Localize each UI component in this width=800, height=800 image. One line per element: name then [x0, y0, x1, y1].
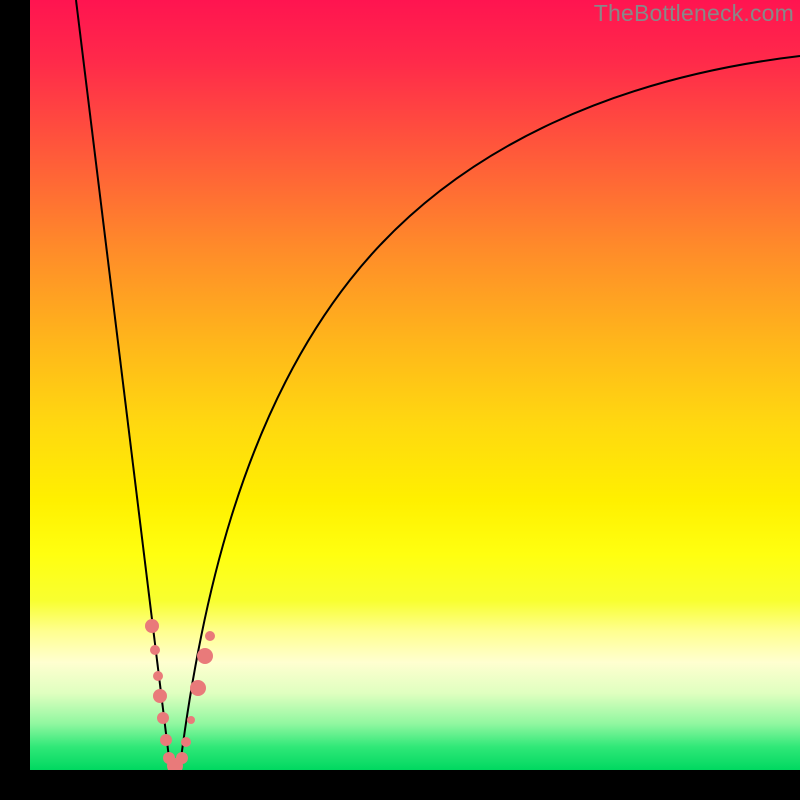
marker-dot [150, 645, 160, 655]
plot-area: TheBottleneck.com [30, 0, 800, 770]
marker-dot [176, 752, 188, 764]
marker-dot [145, 619, 159, 633]
marker-dot [160, 734, 172, 746]
marker-dot [153, 671, 163, 681]
marker-dot [181, 737, 191, 747]
marker-dot [190, 680, 206, 696]
marker-dot [205, 631, 215, 641]
marker-dot [157, 712, 169, 724]
chart-svg [30, 0, 800, 770]
curve-group [76, 0, 800, 766]
marker-dot [153, 689, 167, 703]
marker-dot [197, 648, 213, 664]
right-branch-curve [180, 56, 800, 766]
marker-dot [187, 716, 195, 724]
chart-frame: TheBottleneck.com [0, 0, 800, 800]
